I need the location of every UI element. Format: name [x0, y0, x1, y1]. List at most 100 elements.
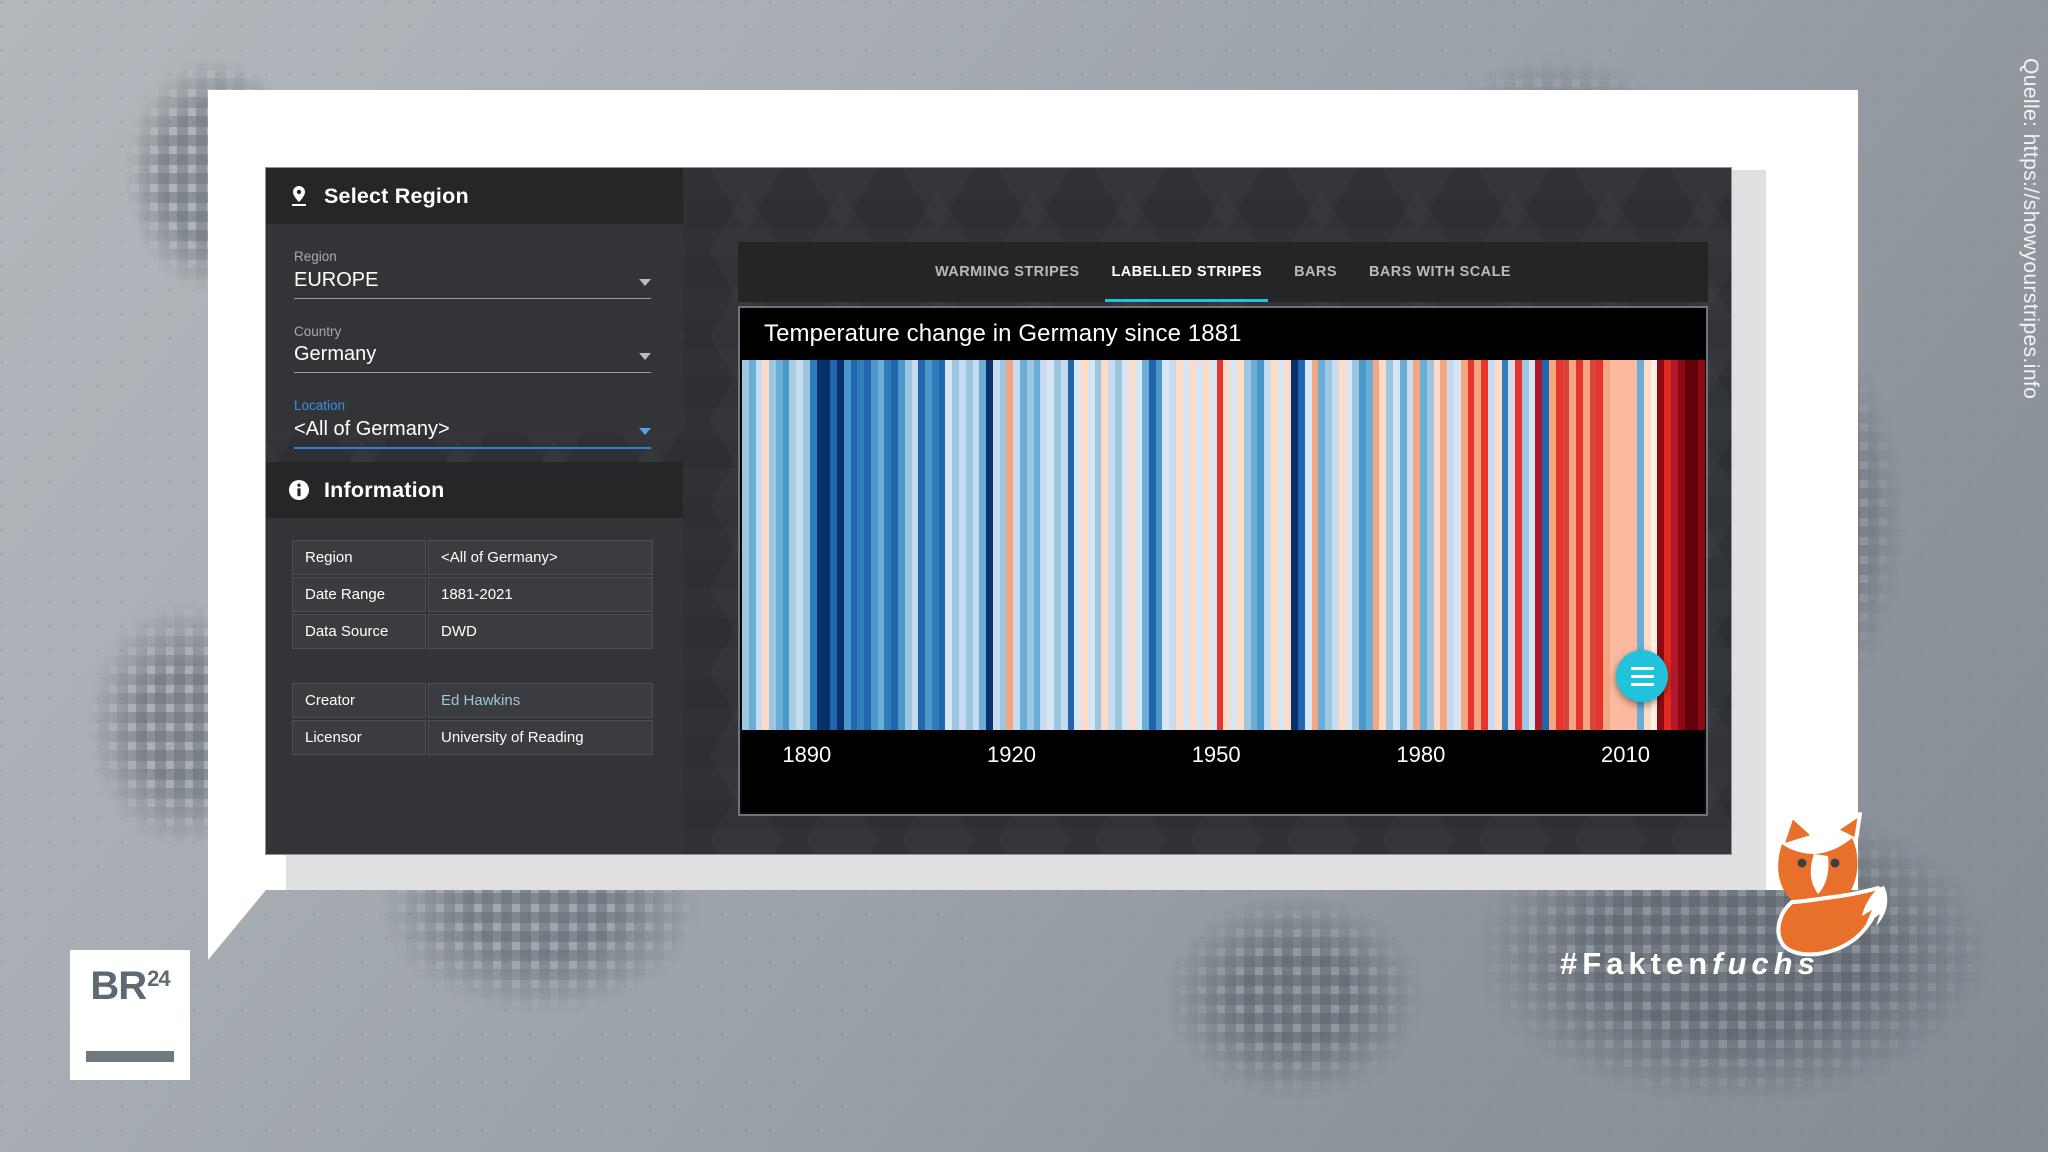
chevron-down-icon: [639, 278, 651, 286]
stripe-year-1914: [965, 360, 973, 730]
stripe-year-1991: [1487, 360, 1495, 730]
select-region-title: Select Region: [324, 183, 469, 208]
information-table-top: Region <All of Germany> Date Range 1881-…: [290, 538, 655, 651]
country-select-field[interactable]: Country Germany: [294, 323, 651, 373]
stripe-year-1954: [1237, 360, 1244, 730]
location-select-field[interactable]: Location <All of Germany>: [294, 399, 651, 449]
stripe-year-1989: [1474, 360, 1482, 730]
stripe-year-1911: [945, 360, 953, 730]
stripe-year-2019: [1677, 360, 1685, 730]
region-select-field[interactable]: Region EUROPE: [294, 250, 651, 299]
x-axis: 1890 1920 1950 1980 2010: [742, 730, 1704, 812]
stripe-year-2002: [1562, 360, 1570, 730]
chevron-down-icon: [639, 353, 651, 360]
source-note: Quelle: https://showyourstripes.info: [2019, 58, 2042, 400]
region-select-label: Region: [294, 249, 337, 264]
stripe-year-1939: [1135, 360, 1143, 730]
world-map-dots: [1130, 880, 1460, 1140]
tab-bars[interactable]: BARS: [1278, 242, 1353, 302]
br24-logo: BR 24: [70, 950, 190, 1080]
tab-bars-with-scale[interactable]: BARS WITH SCALE: [1353, 242, 1527, 302]
stripe-year-1884: [762, 360, 770, 730]
br24-superscript: 24: [147, 966, 171, 991]
stripe-year-1937: [1121, 360, 1129, 730]
stripe-year-1960: [1277, 360, 1285, 730]
table-spacer: [290, 651, 655, 681]
stripe-year-1890: [803, 360, 810, 730]
stripe-year-1977: [1393, 360, 1400, 730]
tab-warming-stripes[interactable]: WARMING STRIPES: [919, 242, 1096, 302]
stripe-year-1995: [1515, 360, 1522, 730]
stripe-year-1963: [1298, 360, 1305, 730]
stripe-year-2007: [1596, 360, 1604, 730]
stripe-year-1908: [925, 360, 932, 730]
stripe-year-1882: [748, 360, 756, 730]
stripe-year-1883: [755, 360, 763, 730]
stripe-year-1906: [911, 360, 919, 730]
x-axis-tick-1980: 1980: [1396, 742, 1446, 767]
stripe-year-1915: [972, 360, 980, 730]
stripe-year-1898: [857, 360, 865, 730]
table-row: Creator Ed Hawkins: [292, 683, 653, 718]
region-select-value: EUROPE: [294, 268, 379, 291]
stripe-year-1962: [1291, 360, 1299, 730]
stripe-year-1981: [1420, 360, 1427, 730]
location-select-label: Location: [294, 398, 346, 413]
stripe-year-1895: [836, 360, 844, 730]
stripe-year-1925: [1040, 360, 1048, 730]
country-select-label: Country: [294, 323, 342, 339]
stripe-year-1899: [864, 360, 871, 730]
x-axis-tick-1890: 1890: [782, 742, 832, 767]
stripe-year-1941: [1148, 360, 1156, 730]
info-value: University of Reading: [428, 720, 653, 755]
table-row: Data Source DWD: [292, 614, 653, 649]
stripe-year-1943: [1162, 360, 1170, 730]
warming-stripes-chart: Temperature change in Germany since 1881…: [738, 306, 1708, 816]
stripe-year-1944: [1169, 360, 1176, 730]
menu-hamburger-icon: [1630, 682, 1654, 686]
stripe-year-2004: [1576, 360, 1583, 730]
stripe-year-1892: [816, 360, 824, 730]
stripe-year-1978: [1399, 360, 1407, 730]
stripe-year-2020: [1684, 360, 1692, 730]
stripe-year-1919: [999, 360, 1007, 730]
stripe-year-1946: [1182, 360, 1190, 730]
info-key: Licensor: [292, 720, 426, 755]
stripe-year-2003: [1569, 360, 1577, 730]
stripe-year-1997: [1528, 360, 1536, 730]
stripe-year-1983: [1433, 360, 1441, 730]
info-key: Date Range: [292, 577, 426, 612]
stripe-year-1949: [1203, 360, 1210, 730]
stripe-year-1961: [1284, 360, 1292, 730]
stripe-year-1958: [1264, 360, 1271, 730]
stripe-year-1948: [1196, 360, 1204, 730]
stripe-year-1891: [809, 360, 817, 730]
x-axis-tick-1950: 1950: [1191, 742, 1241, 767]
tab-labelled-stripes[interactable]: LABELLED STRIPES: [1095, 242, 1278, 302]
stripe-year-1975: [1379, 360, 1387, 730]
stripe-year-1959: [1270, 360, 1278, 730]
stripe-year-1893: [823, 360, 831, 730]
table-row: Licensor University of Reading: [292, 720, 653, 755]
stripe-year-1942: [1155, 360, 1163, 730]
info-value-link[interactable]: Ed Hawkins: [428, 683, 653, 718]
stripe-year-1998: [1535, 360, 1543, 730]
br24-underbar: [86, 1051, 174, 1062]
menu-fab-button[interactable]: [1616, 650, 1668, 702]
stripe-year-1905: [904, 360, 912, 730]
stripe-year-1910: [938, 360, 946, 730]
app-window: Select Region Region EUROPE Country Germ…: [266, 168, 1731, 854]
faktenfuchs-fox-icon: [1752, 810, 1902, 960]
chevron-down-icon: [639, 427, 651, 435]
faktenfuchs-hashtag: #Faktenfuchs: [1560, 946, 1820, 982]
stripe-year-1940: [1142, 360, 1149, 730]
stripe-year-2001: [1555, 360, 1563, 730]
stripe-year-1957: [1257, 360, 1265, 730]
stripe-year-1889: [796, 360, 804, 730]
stripe-year-1900: [870, 360, 878, 730]
stripe-year-1907: [918, 360, 926, 730]
menu-hamburger-icon: [1630, 674, 1654, 678]
stripe-year-1951: [1216, 360, 1224, 730]
stripe-year-1909: [931, 360, 939, 730]
x-axis-tick-1920: 1920: [987, 742, 1036, 767]
